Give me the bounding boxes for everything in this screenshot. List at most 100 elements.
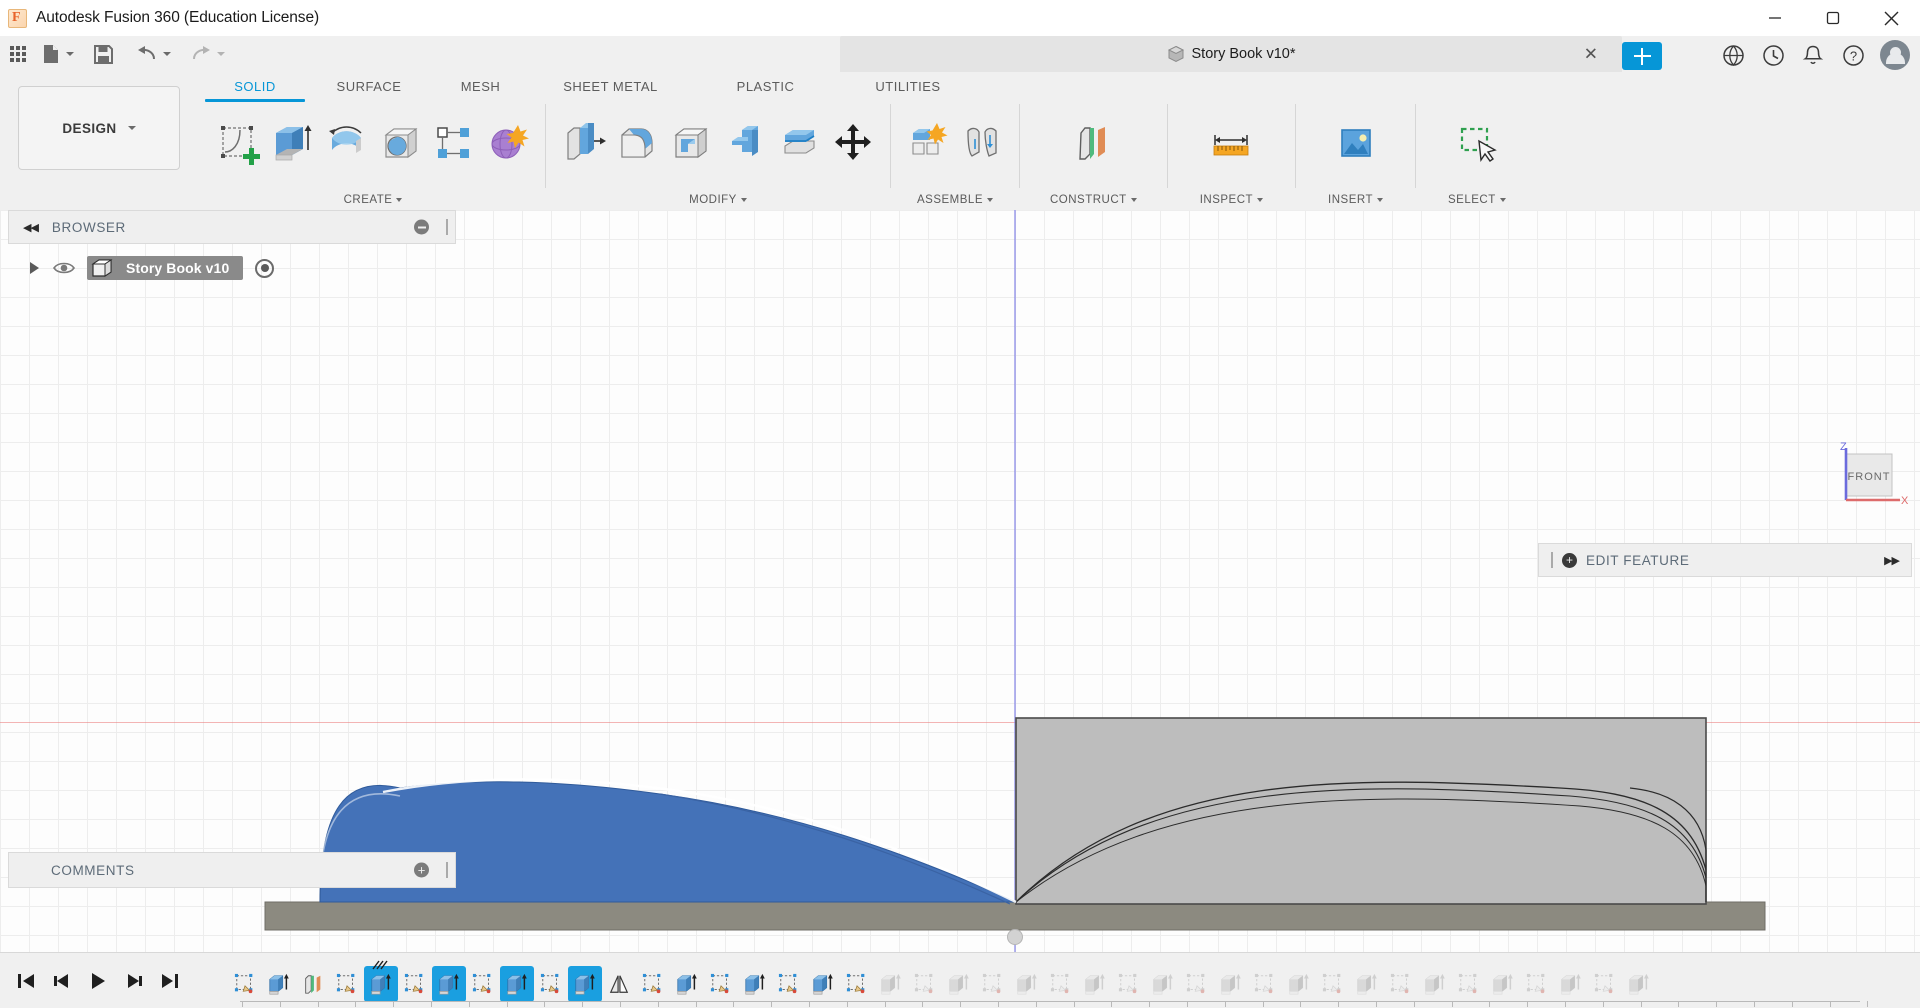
shell-icon[interactable]	[664, 112, 718, 174]
extrude-feature-icon[interactable]	[670, 966, 704, 1002]
press-pull-icon[interactable]	[556, 112, 610, 174]
sketch-feature-icon[interactable]	[228, 966, 262, 1002]
plus-circle-icon[interactable]: +	[414, 862, 429, 878]
panel-select-label[interactable]: SELECT	[1448, 194, 1506, 210]
mirror-feature-icon[interactable]	[602, 966, 636, 1002]
extrude-feature-icon[interactable]	[432, 966, 466, 1002]
tab-mesh[interactable]: MESH	[433, 79, 528, 100]
create-sketch-icon[interactable]	[211, 112, 265, 174]
offset-face-icon[interactable]	[772, 112, 826, 174]
pattern-icon[interactable]	[427, 112, 481, 174]
go-to-end-icon[interactable]	[154, 964, 186, 998]
panel-resize-grip[interactable]	[446, 219, 448, 235]
revolve-icon[interactable]	[319, 112, 373, 174]
expand-triangle-icon[interactable]	[30, 262, 39, 274]
extrude-feature-icon[interactable]	[364, 960, 398, 1002]
sketch-feature-icon[interactable]	[772, 966, 806, 1002]
sphere-icon[interactable]	[373, 112, 427, 174]
extrude-feature-icon[interactable]	[262, 966, 296, 1002]
job-status-icon[interactable]	[1760, 42, 1786, 68]
sketch-feature-icon[interactable]	[1044, 966, 1078, 1002]
tab-plastic[interactable]: PLASTIC	[693, 79, 838, 100]
extrude-feature-icon[interactable]	[874, 966, 908, 1002]
save-button[interactable]	[88, 37, 119, 71]
notifications-bell-icon[interactable]	[1800, 42, 1826, 68]
form-icon[interactable]	[481, 112, 535, 174]
origin-point[interactable]	[1007, 929, 1023, 945]
tab-surface[interactable]: SURFACE	[305, 79, 433, 100]
sketch-feature-icon[interactable]	[1452, 966, 1486, 1002]
sketch-feature-icon[interactable]	[398, 966, 432, 1002]
extrude-feature-icon[interactable]	[806, 966, 840, 1002]
user-avatar[interactable]	[1880, 40, 1910, 70]
panel-resize-grip[interactable]	[1551, 552, 1553, 568]
sketch-feature-icon[interactable]	[330, 966, 364, 1002]
sketch-feature-icon[interactable]	[1588, 966, 1622, 1002]
sketch-feature-icon[interactable]	[1316, 966, 1350, 1002]
extrude-feature-icon[interactable]	[1350, 966, 1384, 1002]
panel-resize-grip[interactable]	[446, 862, 448, 878]
offset-plane-icon[interactable]	[1066, 112, 1120, 174]
fillet-icon[interactable]	[610, 112, 664, 174]
extrude-feature-icon[interactable]	[1486, 966, 1520, 1002]
sketch-feature-icon[interactable]	[976, 966, 1010, 1002]
help-icon[interactable]: ?	[1840, 42, 1866, 68]
plus-circle-icon[interactable]: +	[1562, 552, 1577, 568]
browser-tree-row[interactable]: Story Book v10	[8, 253, 456, 283]
panel-assemble-label[interactable]: ASSEMBLE	[917, 194, 993, 210]
step-forward-icon[interactable]	[118, 964, 150, 998]
offset-plane-feature-icon[interactable]	[296, 966, 330, 1002]
sketch-feature-icon[interactable]	[1384, 966, 1418, 1002]
extrude-feature-icon[interactable]	[942, 966, 976, 1002]
extensions-icon[interactable]	[1720, 42, 1746, 68]
expand-right-icon[interactable]: ▶▶	[1884, 554, 1900, 567]
chevron-down-icon[interactable]	[127, 126, 136, 130]
panel-modify-label[interactable]: MODIFY	[689, 194, 747, 210]
extrude-feature-icon[interactable]	[1214, 966, 1248, 1002]
sketch-feature-icon[interactable]	[704, 966, 738, 1002]
extrude-feature-icon[interactable]	[1282, 966, 1316, 1002]
model-geometry[interactable]	[0, 210, 1920, 952]
chevron-down-icon[interactable]	[66, 52, 74, 56]
measure-icon[interactable]	[1204, 112, 1258, 174]
window-selection-icon[interactable]	[1450, 112, 1504, 174]
chevron-down-icon[interactable]	[163, 52, 171, 56]
collapse-left-icon[interactable]: ◀◀	[23, 221, 39, 234]
extrude-feature-icon[interactable]	[1418, 966, 1452, 1002]
step-back-icon[interactable]	[46, 964, 78, 998]
play-icon[interactable]	[82, 964, 114, 998]
tab-close-icon[interactable]: ✕	[1584, 46, 1598, 63]
tab-utilities[interactable]: UTILITIES	[838, 79, 978, 100]
new-tab-plus-icon[interactable]	[1622, 42, 1662, 70]
app-grid-icon[interactable]	[10, 46, 26, 62]
combine-icon[interactable]	[718, 112, 772, 174]
sketch-feature-icon[interactable]	[1520, 966, 1554, 1002]
browser-node[interactable]: Story Book v10	[87, 256, 244, 280]
new-file-button[interactable]	[36, 37, 79, 71]
extrude-feature-icon[interactable]	[1554, 966, 1588, 1002]
panel-insert-label[interactable]: INSERT	[1328, 194, 1384, 210]
sketch-feature-icon[interactable]	[840, 966, 874, 1002]
tab-sheet-metal[interactable]: SHEET METAL	[528, 79, 693, 100]
comments-panel[interactable]: COMMENTS +	[8, 852, 456, 888]
browser-header[interactable]: ◀◀ BROWSER	[8, 210, 456, 244]
new-component-icon[interactable]	[901, 112, 955, 174]
extrude-feature-icon[interactable]	[500, 966, 534, 1002]
extrude-icon[interactable]	[265, 112, 319, 174]
sketch-feature-icon[interactable]	[1180, 966, 1214, 1002]
view-cube[interactable]: FRONT Z X	[1808, 442, 1908, 520]
panel-inspect-label[interactable]: INSPECT	[1200, 194, 1264, 210]
sketch-feature-icon[interactable]	[636, 966, 670, 1002]
move-copy-icon[interactable]	[826, 112, 880, 174]
close-icon[interactable]	[1862, 0, 1920, 36]
extrude-feature-icon[interactable]	[1078, 966, 1112, 1002]
sketch-feature-icon[interactable]	[1248, 966, 1282, 1002]
joint-icon[interactable]	[955, 112, 1009, 174]
insert-canvas-icon[interactable]	[1329, 112, 1383, 174]
minus-circle-icon[interactable]	[414, 219, 429, 235]
edit-feature-panel[interactable]: + EDIT FEATURE ▶▶	[1538, 543, 1912, 577]
sketch-feature-icon[interactable]	[534, 966, 568, 1002]
sketch-feature-icon[interactable]	[466, 966, 500, 1002]
chevron-down-icon[interactable]	[217, 52, 225, 56]
eye-icon[interactable]	[53, 260, 75, 276]
